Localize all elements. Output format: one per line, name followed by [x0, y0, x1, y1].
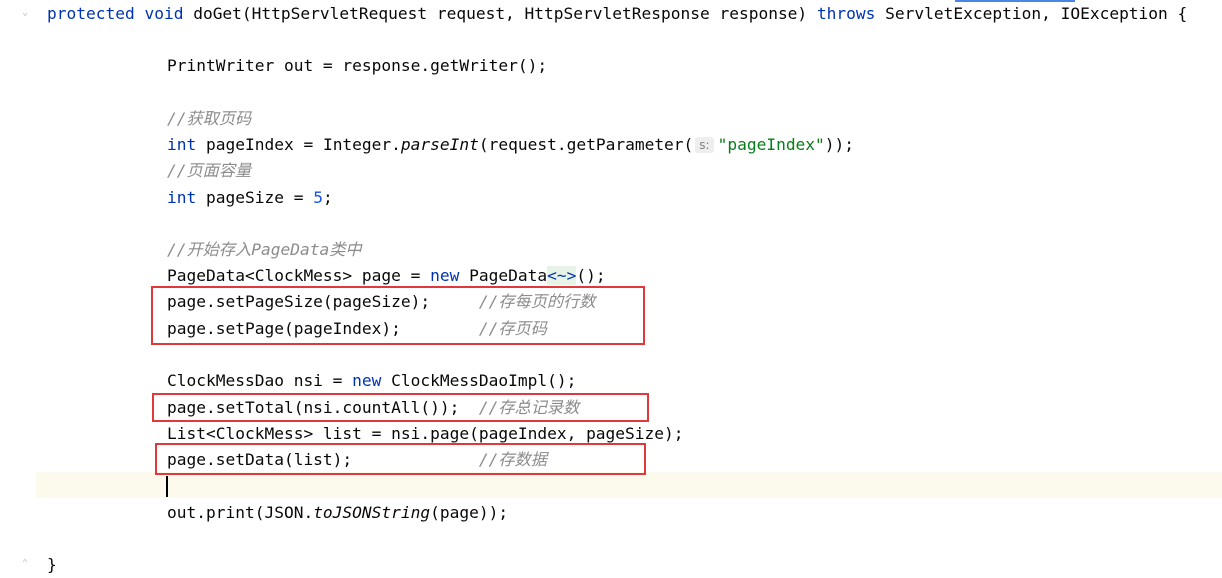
highlight-box-1	[151, 286, 645, 345]
parameter-hint: s:	[695, 137, 714, 153]
code-line-16[interactable]: }	[47, 552, 57, 578]
code-line-3[interactable]: //获取页码	[167, 106, 251, 132]
highlight-box-3	[155, 443, 646, 475]
highlight-box-2	[152, 393, 649, 422]
editor-gutter[interactable]: ⌄ ⌃	[0, 0, 36, 578]
code-line-4[interactable]: int pageIndex = Integer.parseInt(request…	[167, 132, 854, 158]
fold-marker-icon[interactable]: ⌄	[22, 8, 30, 18]
code-line-1[interactable]: protected void doGet(HttpServletRequest …	[47, 1, 1187, 27]
current-line-highlight	[0, 472, 1222, 498]
fold-marker-icon[interactable]: ⌃	[22, 559, 30, 569]
code-line-15[interactable]: out.print(JSON.toJSONString(page));	[167, 500, 508, 526]
code-line-11[interactable]: ClockMessDao nsi = new ClockMessDaoImpl(…	[167, 368, 576, 394]
code-line-5[interactable]: //页面容量	[167, 158, 251, 184]
text-cursor	[166, 476, 168, 497]
code-line-6[interactable]: int pageSize = 5;	[167, 185, 333, 211]
code-line-2[interactable]: PrintWriter out = response.getWriter();	[167, 53, 547, 79]
code-line-7[interactable]: //开始存入PageData类中	[167, 237, 362, 263]
